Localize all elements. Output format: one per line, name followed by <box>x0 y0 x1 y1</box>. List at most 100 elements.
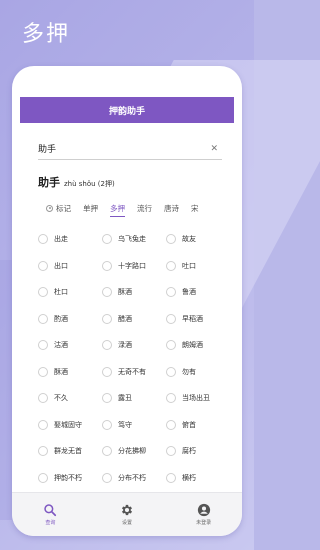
result-item[interactable]: 腐朽 <box>166 446 230 457</box>
checkbox-icon[interactable] <box>166 287 176 298</box>
results-grid: 出走 乌飞兔走 故友 出口 十字路口 吐口 杜口 酥酒 鲁酒 酌酒 醋酒 早稻酒 沽酒 渌酒 朗姆酒 酥酒 无奇… <box>38 226 234 491</box>
checkbox-icon[interactable] <box>166 366 176 377</box>
checkbox-icon[interactable] <box>166 419 176 430</box>
result-item[interactable]: 鲁酒 <box>166 287 230 298</box>
result-item[interactable]: 醋酒 <box>102 313 166 324</box>
result-item[interactable]: 娶城固守 <box>38 419 102 430</box>
result-item[interactable]: 群龙无首 <box>38 446 102 457</box>
result-row: 出口 十字路口 吐口 <box>38 253 234 280</box>
result-item[interactable]: 出口 <box>38 260 102 271</box>
checkbox-icon[interactable] <box>102 260 112 271</box>
word-text: 助手 <box>38 176 60 189</box>
checkbox-icon[interactable] <box>38 419 48 430</box>
app-header: 押韵助手 <box>20 97 234 123</box>
nav-item-search[interactable]: 查询 <box>20 503 80 526</box>
result-item[interactable]: 分花拂柳 <box>102 446 166 457</box>
result-text: 出口 <box>54 261 68 270</box>
result-text: 俯首 <box>182 420 196 429</box>
result-item[interactable]: 故友 <box>166 234 230 245</box>
checkbox-icon[interactable] <box>102 313 112 324</box>
checkbox-icon[interactable] <box>38 234 48 245</box>
tab-song[interactable]: 宋 <box>185 199 205 217</box>
checkbox-icon[interactable] <box>102 446 112 457</box>
result-item[interactable]: 勿有 <box>166 366 230 377</box>
search-icon <box>44 504 57 517</box>
checkbox-icon[interactable] <box>102 340 112 351</box>
checkbox-icon[interactable] <box>166 260 176 271</box>
result-item[interactable]: 杜口 <box>38 287 102 298</box>
result-item[interactable]: 笃守 <box>102 419 166 430</box>
checkbox-icon[interactable] <box>166 234 176 245</box>
checkbox-icon[interactable] <box>38 446 48 457</box>
checkbox-icon[interactable] <box>38 340 48 351</box>
result-item[interactable]: 十字路口 <box>102 260 166 271</box>
result-text: 鲁酒 <box>182 288 196 297</box>
nav-item-settings[interactable]: 设置 <box>97 503 157 526</box>
result-item[interactable]: 吐口 <box>166 260 230 271</box>
checkbox-icon[interactable] <box>102 472 112 483</box>
checkbox-icon[interactable] <box>166 446 176 457</box>
result-item[interactable]: 酥酒 <box>102 287 166 298</box>
result-item[interactable]: 酌酒 <box>38 313 102 324</box>
tab-multi-rhyme[interactable]: 多押 <box>104 199 131 217</box>
checkbox-icon[interactable] <box>102 287 112 298</box>
result-item[interactable]: 朗姆酒 <box>166 340 230 351</box>
result-item[interactable]: 酥酒 <box>38 366 102 377</box>
result-item[interactable]: 早稻酒 <box>166 313 230 324</box>
result-item[interactable]: 无奇不有 <box>102 366 166 377</box>
result-row: 押韵不朽 分布不朽 横朽 <box>38 465 234 492</box>
checkbox-icon[interactable] <box>102 234 112 245</box>
result-item[interactable]: 押韵不朽 <box>38 472 102 483</box>
nav-item-account[interactable]: 未登录 <box>174 503 234 526</box>
checkbox-icon[interactable] <box>38 287 48 298</box>
close-icon[interactable]: ✕ <box>210 144 222 154</box>
checkbox-icon[interactable] <box>38 313 48 324</box>
checkbox-icon[interactable] <box>38 366 48 377</box>
result-text: 醋酒 <box>118 314 132 323</box>
result-text: 分布不朽 <box>118 473 146 482</box>
result-item[interactable]: 露丑 <box>102 393 166 404</box>
search-input[interactable] <box>38 143 188 154</box>
tab-label: 多押 <box>110 203 125 213</box>
result-item[interactable]: 乌飞兔走 <box>102 234 166 245</box>
checkbox-icon[interactable] <box>166 313 176 324</box>
tab-tang-poetry[interactable]: 唐诗 <box>158 199 185 217</box>
checkbox-icon[interactable] <box>102 366 112 377</box>
result-item[interactable]: 不久 <box>38 393 102 404</box>
nav-label: 设置 <box>121 520 132 526</box>
result-text: 乌飞兔走 <box>118 235 146 244</box>
checkbox-icon[interactable] <box>166 393 176 404</box>
result-item[interactable]: 俯首 <box>166 419 230 430</box>
nav-label: 查询 <box>45 520 56 526</box>
result-item[interactable]: 当场出丑 <box>166 393 230 404</box>
checkbox-icon[interactable] <box>38 393 48 404</box>
phone-frame: 押韵助手 ✕ 助手 zhù shǒu (2押) 标记 单押 多押 流行 唐诗 宋… <box>12 66 242 536</box>
result-item[interactable]: 横朽 <box>166 472 230 483</box>
checkbox-icon[interactable] <box>102 419 112 430</box>
result-text: 故友 <box>182 235 196 244</box>
checkbox-icon[interactable] <box>102 393 112 404</box>
result-item[interactable]: 渌酒 <box>102 340 166 351</box>
tab-mark[interactable]: 标记 <box>46 199 77 217</box>
result-text: 吐口 <box>182 261 196 270</box>
result-text: 酌酒 <box>54 314 68 323</box>
result-item[interactable]: 沽酒 <box>38 340 102 351</box>
result-text: 笃守 <box>118 420 132 429</box>
checkbox-icon[interactable] <box>166 340 176 351</box>
result-text: 娶城固守 <box>54 420 82 429</box>
checkbox-icon[interactable] <box>38 260 48 271</box>
checkbox-icon[interactable] <box>38 472 48 483</box>
result-item[interactable]: 出走 <box>38 234 102 245</box>
result-item[interactable]: 分布不朽 <box>102 472 166 483</box>
promo-title: 多押 <box>22 22 71 47</box>
word-heading: 助手 zhù shǒu (2押) <box>38 174 115 190</box>
bottom-nav: 查询 设置 未登录 <box>12 492 242 536</box>
result-text: 无奇不有 <box>118 367 146 376</box>
result-text: 腐朽 <box>182 447 196 456</box>
result-row: 沽酒 渌酒 朗姆酒 <box>38 332 234 359</box>
tab-single-rhyme[interactable]: 单押 <box>77 199 104 217</box>
result-text: 早稻酒 <box>182 314 203 323</box>
result-text: 十字路口 <box>118 261 146 270</box>
checkbox-icon[interactable] <box>166 472 176 483</box>
tab-popular[interactable]: 流行 <box>131 199 158 217</box>
